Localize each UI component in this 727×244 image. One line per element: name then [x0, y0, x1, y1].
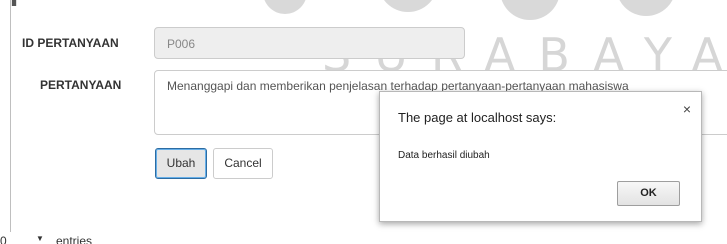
page: Y SURABAYA ID PERTANYAAN P006 PERTANYAAN…	[0, 0, 727, 244]
close-icon[interactable]: ×	[680, 102, 694, 116]
page-heading-cut: Y	[4, 0, 24, 14]
entries-select-value: 0	[0, 234, 7, 244]
cancel-button[interactable]: Cancel	[213, 148, 273, 179]
ok-button[interactable]: OK	[617, 181, 680, 206]
alert-dialog: The page at localhost says: × Data berha…	[379, 91, 702, 222]
id-pertanyaan-label: ID PERTANYAAN	[22, 36, 119, 50]
content-left-border	[10, 0, 11, 232]
dialog-title: The page at localhost says:	[398, 110, 557, 125]
entries-select[interactable]: 0 ▼	[0, 233, 50, 244]
ubah-button[interactable]: Ubah	[155, 148, 207, 179]
id-pertanyaan-field: P006	[154, 27, 465, 59]
watermark-shapes	[264, 0, 673, 20]
chevron-down-icon: ▼	[36, 234, 44, 243]
entries-label: entries	[56, 234, 93, 244]
pertanyaan-label: PERTANYAAN	[40, 78, 122, 92]
dialog-message: Data berhasil diubah	[398, 150, 490, 161]
